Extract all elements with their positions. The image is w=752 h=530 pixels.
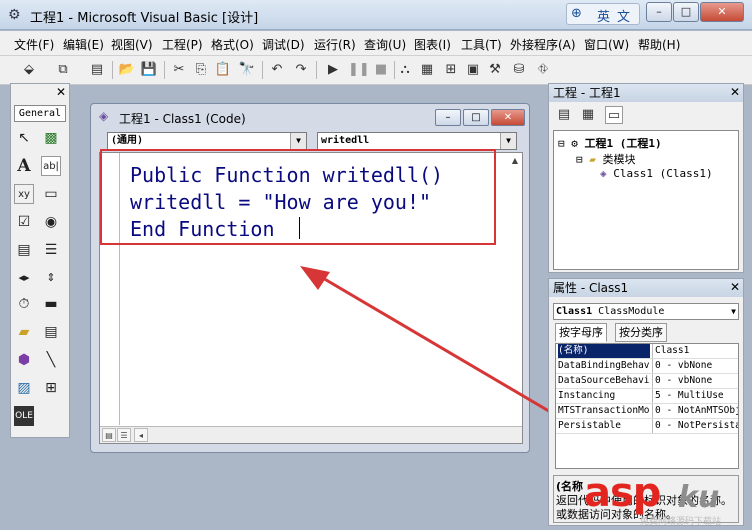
object-name: Class1 — [556, 306, 593, 317]
arrow-head — [300, 266, 330, 290]
property-row[interactable]: Instancing 5 - MultiUse — [556, 389, 738, 404]
tree-node-project[interactable]: ⊟ ⚙ 工程1 (工程1) — [558, 135, 662, 151]
tab-categorized[interactable]: 按分类序 — [615, 323, 667, 342]
object-type: ClassModule — [598, 306, 665, 317]
project-close-icon[interactable]: ✕ — [730, 85, 740, 99]
properties-close-icon[interactable]: ✕ — [730, 280, 740, 294]
view-object-icon[interactable]: ▦ — [579, 106, 597, 124]
site-watermark: asp ku 免费网络源码下载站 — [580, 470, 750, 528]
tree-node-class1[interactable]: ◈ Class1 (Class1) — [600, 167, 713, 180]
project-explorer: 工程 - 工程1 ✕ ▤ ▦ ▭ ⊟ ⚙ 工程1 (工程1) ⊟ ▰ 类模块 ◈… — [548, 83, 744, 273]
collapse-icon[interactable]: ⊟ — [558, 137, 565, 150]
watermark-subtitle: 免费网络源码下载站 — [640, 517, 722, 527]
collapse-icon[interactable]: ⊟ — [576, 153, 583, 166]
project-explorer-title: 工程 - 工程1 — [549, 84, 743, 102]
watermark-ku: ku — [678, 480, 720, 515]
project-label: 工程1 (工程1) — [584, 137, 662, 150]
class-module-icon: ◈ — [600, 167, 607, 180]
folder-label: 类模块 — [602, 153, 636, 166]
project-icon: ⚙ — [571, 137, 578, 150]
properties-grid: (名称) Class1 DataBindingBehavior 0 - vbNo… — [555, 343, 739, 469]
property-row[interactable]: DataBindingBehavior 0 - vbNone — [556, 359, 738, 374]
chevron-down-icon[interactable]: ▼ — [731, 304, 736, 319]
project-tree: ⊟ ⚙ 工程1 (工程1) ⊟ ▰ 类模块 ◈ Class1 (Class1) — [553, 130, 739, 270]
property-row[interactable]: MTSTransactionMode 0 - NotAnMTSObject — [556, 404, 738, 419]
tab-alphabetic[interactable]: 按字母序 — [555, 323, 607, 342]
properties-title: 属性 - Class1 — [549, 279, 743, 297]
toggle-folders-icon[interactable]: ▭ — [605, 106, 623, 124]
property-row[interactable]: (名称) Class1 — [556, 344, 738, 359]
folder-icon: ▰ — [589, 153, 596, 166]
view-code-icon[interactable]: ▤ — [555, 106, 573, 124]
property-row[interactable]: Persistable 0 - NotPersistable — [556, 419, 738, 434]
tree-node-folder[interactable]: ⊟ ▰ 类模块 — [576, 151, 636, 167]
project-toolbar: ▤ ▦ ▭ — [549, 104, 743, 126]
class1-label: Class1 (Class1) — [613, 167, 713, 180]
property-row[interactable]: DataSourceBehavior 0 - vbNone — [556, 374, 738, 389]
properties-object-combo[interactable]: Class1 ClassModule ▼ — [553, 303, 739, 320]
watermark-asp: asp — [584, 470, 661, 516]
